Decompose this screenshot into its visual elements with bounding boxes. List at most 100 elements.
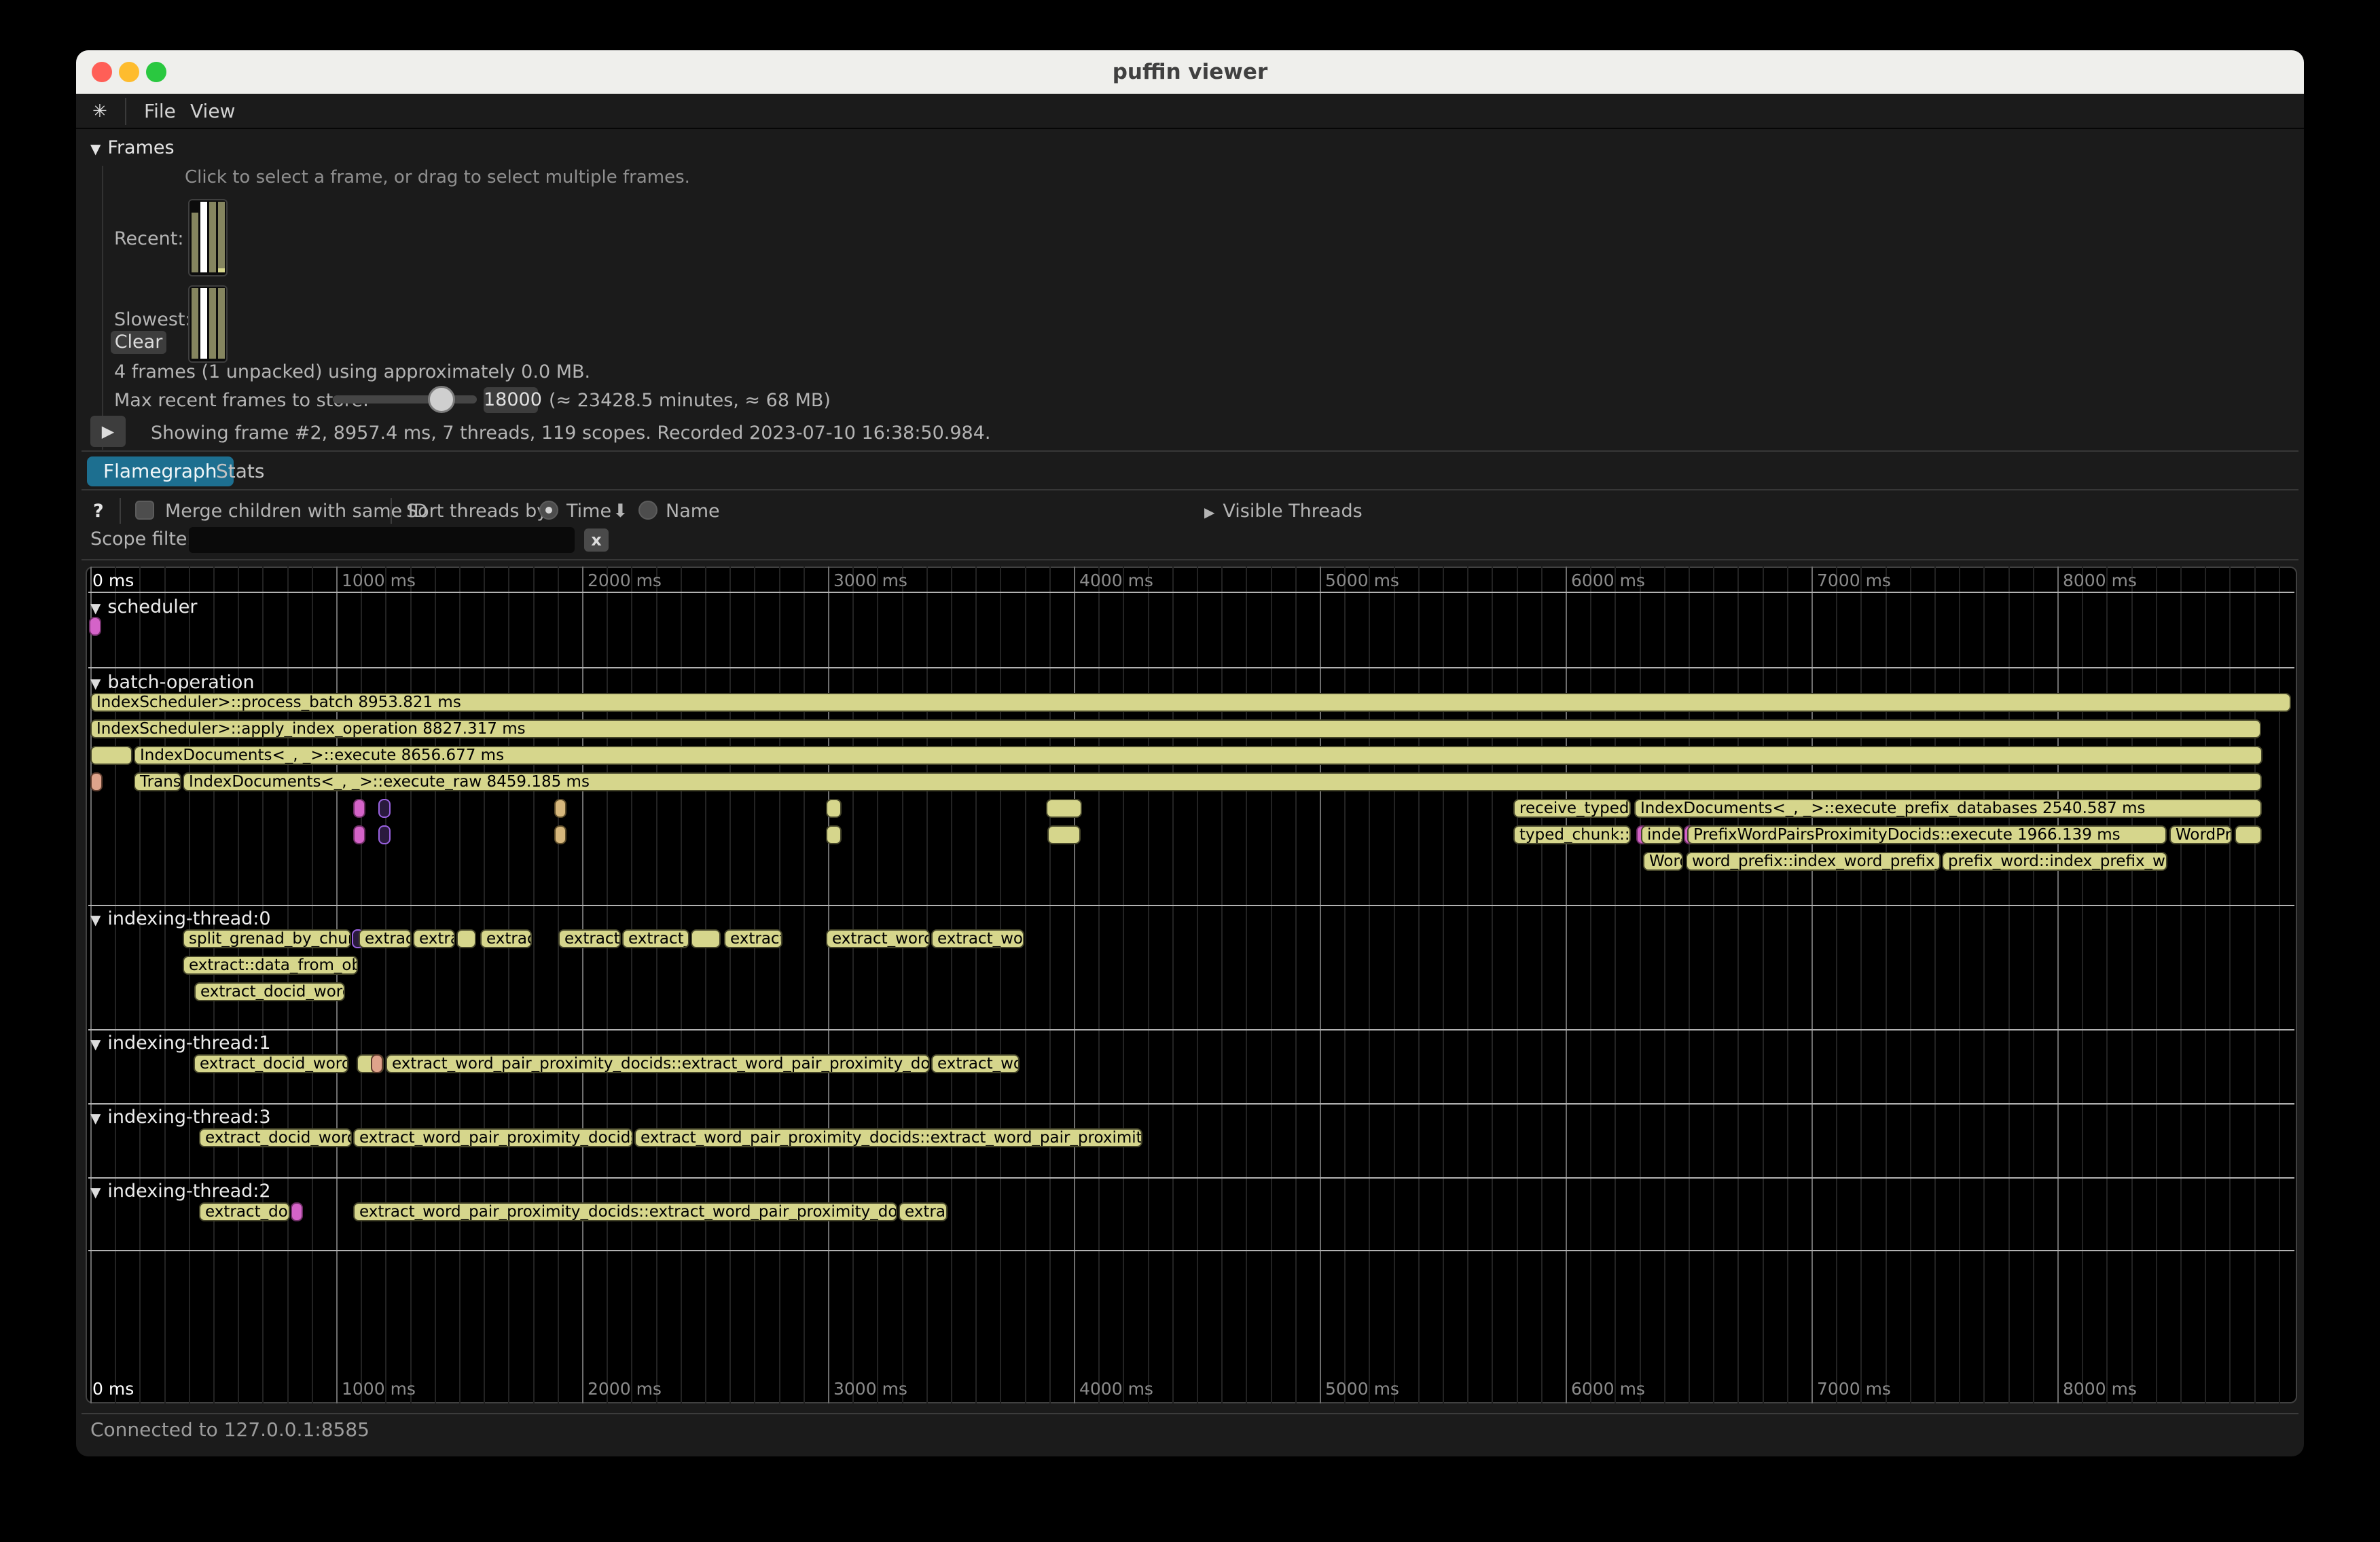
frame-bar[interactable] [218, 202, 225, 272]
max-frames-value[interactable]: 18000 [484, 387, 538, 413]
scope-bar-small[interactable] [378, 825, 391, 844]
scope-bar[interactable]: word_prefix::index_word_prefix_ [1686, 852, 1941, 871]
gridline-minor [533, 567, 535, 1403]
scope-bar[interactable]: typed_chunk::w [1513, 825, 1631, 844]
scope-bar[interactable]: extract [359, 929, 412, 948]
scope-bar-small[interactable] [353, 825, 365, 844]
scope-bar-small[interactable] [554, 799, 566, 818]
thread-header-indexing-thread:3[interactable]: ▼indexing-thread:3 [90, 1107, 271, 1128]
axis-tick-label: 8000 ms [2063, 1379, 2137, 1399]
scope-bar[interactable]: extract::data_from_ob [183, 956, 358, 975]
visible-threads-header[interactable]: ▶Visible Threads [1204, 501, 1363, 522]
scope-bar[interactable]: receive_typed_ [1513, 799, 1631, 818]
frame-bar-selected[interactable] [200, 288, 207, 359]
scope-bar-small[interactable] [1047, 825, 1081, 844]
showing-frame-text: Showing frame #2, 8957.4 ms, 7 threads, … [151, 423, 991, 444]
scope-bar[interactable]: IndexDocuments<_, _>::execute_raw 8459.1… [183, 772, 2262, 791]
scope-bar-small[interactable] [826, 799, 842, 818]
scope-filter-input[interactable] [189, 527, 575, 553]
frame-bar[interactable] [192, 213, 198, 272]
scope-bar-small[interactable] [291, 1202, 303, 1221]
sort-name-radio[interactable] [638, 501, 657, 520]
menu-view[interactable]: View [190, 94, 235, 129]
scope-bar[interactable]: extract_wo [931, 1054, 1020, 1073]
merge-children-checkbox[interactable] [135, 501, 154, 520]
theme-toggle-icon[interactable]: ✳ [92, 94, 107, 129]
clear-filter-button[interactable]: x [584, 528, 609, 552]
frame-bar[interactable] [192, 288, 198, 359]
scope-bar[interactable]: extract_doc [199, 1202, 290, 1221]
frame-bar[interactable] [218, 288, 225, 359]
scope-bar-small[interactable] [456, 929, 476, 948]
scope-bar[interactable]: extract_word_pair_proximity_docids::extr… [386, 1054, 930, 1073]
scope-bar-small[interactable] [691, 929, 721, 948]
scope-bar[interactable]: extract_word_pair_proximity_docids [353, 1128, 633, 1147]
scope-bar[interactable]: IndexDocuments<_, _>::execute 8656.677 m… [134, 746, 2262, 765]
scope-bar[interactable]: Trans [134, 772, 181, 791]
gridline-minor [1934, 567, 1936, 1403]
scope-bar[interactable]: Word [1643, 852, 1683, 871]
scope-bar[interactable]: IndexScheduler>::process_batch 8953.821 … [90, 693, 2291, 712]
slider-knob[interactable] [428, 386, 455, 413]
tab-stats[interactable]: Stats [200, 456, 281, 486]
scope-bar-small[interactable] [371, 1054, 383, 1073]
collapse-triangle-icon: ▼ [90, 1184, 101, 1200]
recent-frames-thumbnail[interactable] [188, 199, 228, 276]
frame-bar[interactable] [209, 202, 216, 272]
scope-bar[interactable]: extra [413, 929, 455, 948]
scope-bar[interactable]: IndexScheduler>::apply_index_operation 8… [90, 719, 2261, 738]
scope-bar[interactable]: extract_docid_word [194, 1054, 348, 1073]
gridline-major [1074, 567, 1075, 1403]
play-button[interactable]: ▶ [90, 416, 126, 447]
scope-bar-small[interactable] [554, 825, 566, 844]
scope-bar-small[interactable] [90, 746, 132, 765]
scope-bar-small[interactable] [90, 772, 103, 791]
sort-time-radio[interactable] [539, 501, 558, 520]
thread-separator [88, 1029, 2294, 1030]
scope-bar[interactable]: split_grenad_by_chun [183, 929, 351, 948]
scope-bar[interactable]: extract_ [558, 929, 621, 948]
scope-bar[interactable]: extrac [480, 929, 532, 948]
thread-header-indexing-thread:1[interactable]: ▼indexing-thread:1 [90, 1033, 271, 1054]
thread-header-indexing-thread:2[interactable]: ▼indexing-thread:2 [90, 1181, 271, 1202]
frame-bar-selected[interactable] [200, 202, 207, 272]
scope-bar[interactable]: extract [724, 929, 782, 948]
scope-bar[interactable]: extract_word_pair_proximity_docids::extr… [634, 1128, 1142, 1147]
scope-bar-small[interactable] [353, 799, 365, 818]
scope-bar[interactable]: extract_word_pair_proximity_docids::extr… [353, 1202, 897, 1221]
scope-bar-small[interactable] [1046, 799, 1082, 818]
scope-bar[interactable]: IndexDocuments<_, _>::execute_prefix_dat… [1634, 799, 2262, 818]
sort-direction-icon[interactable]: ⬇ [613, 501, 628, 522]
thread-header-indexing-thread:0[interactable]: ▼indexing-thread:0 [90, 908, 271, 929]
scope-bar[interactable]: index [1641, 825, 1683, 844]
max-frames-slider[interactable] [333, 395, 477, 404]
scope-bar-small[interactable] [89, 617, 101, 636]
scope-bar[interactable]: extrac [899, 1202, 948, 1221]
title-bar: puffin viewer [76, 50, 2304, 94]
axis-tick-label: 2000 ms [588, 1379, 662, 1399]
scope-bar[interactable]: extract_ [622, 929, 689, 948]
thread-header-batch-operation[interactable]: ▼batch-operation [90, 672, 255, 693]
scope-bar-small[interactable] [378, 799, 391, 818]
scope-bar[interactable]: prefix_word::index_prefix_wo [1942, 852, 2167, 871]
frame-bar[interactable] [209, 288, 216, 359]
scope-bar[interactable]: extract_docid_word [194, 982, 345, 1001]
scope-bar-small[interactable] [2235, 825, 2262, 844]
gridline-minor [1737, 567, 1739, 1403]
menu-file[interactable]: File [144, 94, 176, 129]
clear-button[interactable]: Clear [111, 331, 166, 354]
scope-bar[interactable]: extract_wo [931, 929, 1024, 948]
slowest-frames-thumbnail[interactable] [188, 285, 228, 363]
thread-header-scheduler[interactable]: ▼scheduler [90, 596, 198, 617]
help-button[interactable]: ? [93, 501, 104, 522]
axis-tick-label: 0 ms [92, 571, 134, 590]
scope-bar[interactable]: PrefixWordPairsProximityDocids::execute … [1687, 825, 2167, 844]
scope-bar[interactable]: extract_docid_word [199, 1128, 352, 1147]
scope-bar[interactable]: extract_word [826, 929, 930, 948]
flamegraph-canvas[interactable]: 0 ms1000 ms2000 ms3000 ms4000 ms5000 ms6… [86, 567, 2297, 1403]
frames-section-header[interactable]: ▼Frames [90, 137, 175, 158]
scope-bar[interactable]: WordPr [2169, 825, 2232, 844]
gridline-minor [804, 567, 805, 1403]
gridline-minor [1025, 567, 1026, 1403]
scope-bar-small[interactable] [826, 825, 842, 844]
